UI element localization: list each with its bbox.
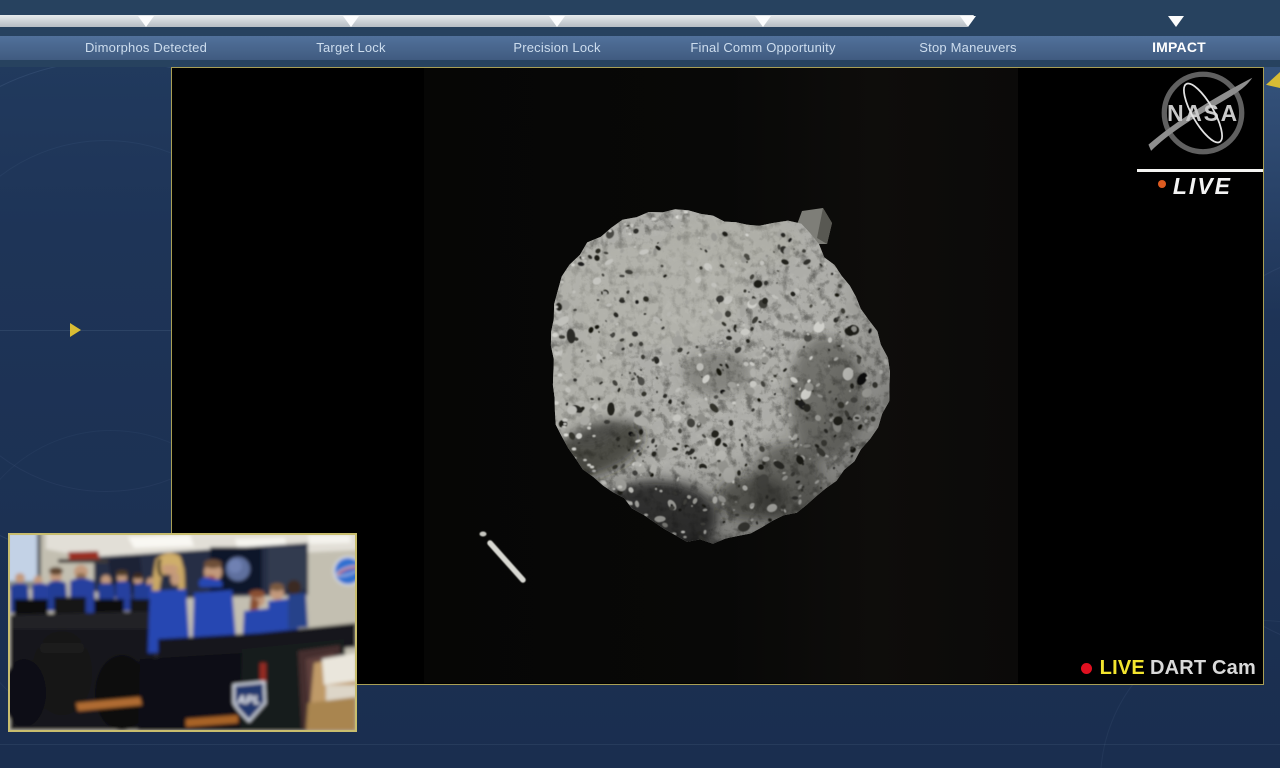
svg-text:NASA: NASA — [1167, 100, 1239, 126]
svg-text:APL: APL — [236, 693, 261, 707]
